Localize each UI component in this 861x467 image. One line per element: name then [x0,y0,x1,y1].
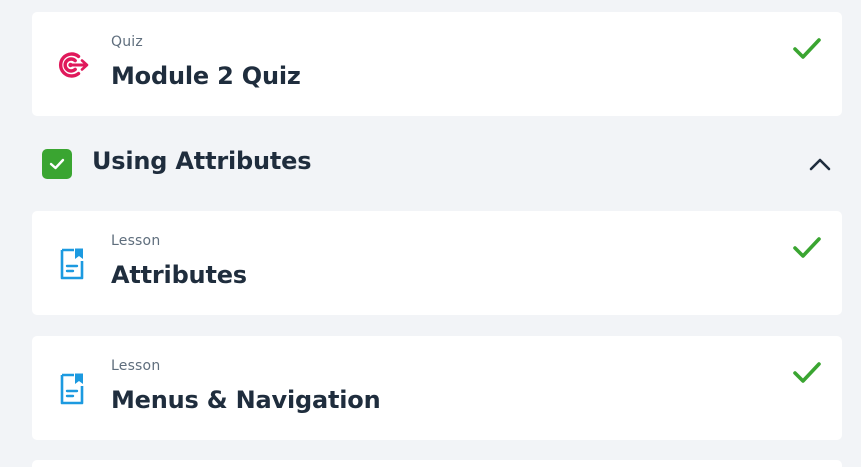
next-item-card[interactable] [32,460,842,467]
item-title[interactable]: Attributes [111,261,247,289]
chevron-up-icon[interactable] [806,150,834,178]
check-icon [792,235,822,261]
item-title[interactable]: Menus & Navigation [111,386,381,414]
item-type-label: Quiz [111,34,143,50]
course-outline: Quiz Module 2 Quiz Using Attributes Less… [0,0,861,467]
item-type-label: Lesson [111,233,161,249]
lesson-document-icon [52,372,92,406]
checkbox-checked-icon [42,149,72,179]
item-type-label: Lesson [111,358,161,374]
check-icon [792,360,822,386]
quiz-target-icon [52,48,92,82]
lesson-item-card[interactable]: Lesson Menus & Navigation [32,336,842,440]
item-title[interactable]: Module 2 Quiz [111,62,301,90]
lesson-document-icon [52,247,92,281]
quiz-item-card[interactable]: Quiz Module 2 Quiz [32,12,842,116]
lesson-item-card[interactable]: Lesson Attributes [32,211,842,315]
check-icon [792,36,822,62]
section-header-using-attributes[interactable]: Using Attributes [32,136,842,192]
section-title: Using Attributes [92,147,312,175]
